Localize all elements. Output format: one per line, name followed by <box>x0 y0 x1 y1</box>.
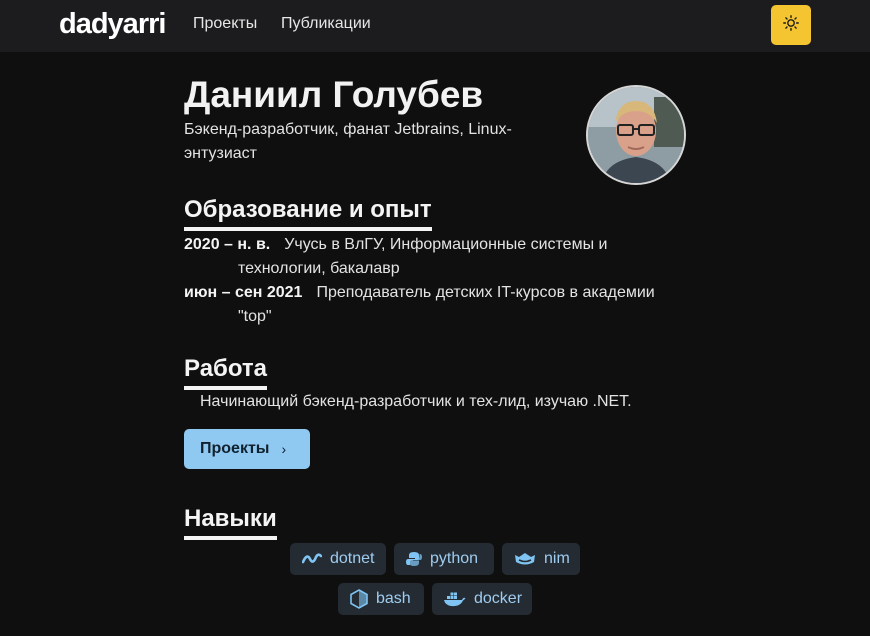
education-desc-line1: Учусь в ВлГУ, Информационные системы и <box>284 236 608 253</box>
profile-subtitle: Бэкенд-разработчик, фанат Jetbrains, Lin… <box>184 121 512 162</box>
brand-logo[interactable]: dadyarri <box>59 8 166 41</box>
python-icon <box>406 551 422 567</box>
bash-icon <box>350 589 368 609</box>
nim-icon <box>514 552 536 566</box>
nav-link-projects[interactable]: Проекты <box>193 15 257 33</box>
education-item: июн – сен 2021 Преподаватель детских IT-к… <box>184 281 674 329</box>
skill-tag-python[interactable]: python <box>394 543 494 575</box>
work-description: Начинающий бэкенд-разработчик и тех-лид,… <box>200 393 632 410</box>
docker-icon <box>444 591 466 607</box>
projects-button[interactable]: Проекты › <box>184 429 310 469</box>
theme-toggle-button[interactable] <box>771 5 811 45</box>
education-date: 2020 – н. в. <box>184 236 271 253</box>
skill-tag-label: python <box>430 550 479 567</box>
education-item: 2020 – н. в. Учусь в ВлГУ, Информационные… <box>184 233 674 281</box>
navbar: dadyarri Проекты Публикации <box>0 0 870 52</box>
skill-tag-nim[interactable]: nim <box>502 543 580 575</box>
education-date: июн – сен 2021 <box>184 284 303 301</box>
work-title: Работа <box>184 355 268 390</box>
skill-tag-docker[interactable]: docker <box>432 583 532 615</box>
projects-button-label: Проекты <box>200 440 270 457</box>
profile-name: Даниил Голубев <box>184 74 484 115</box>
education-desc-line1: Преподаватель детских IT-курсов в академ… <box>316 284 655 301</box>
skill-tag-label: bash <box>376 590 411 607</box>
chevron-right-icon: › <box>281 441 287 457</box>
dotnet-icon <box>302 552 322 566</box>
skills-title: Навыки <box>184 505 277 540</box>
skill-tag-bash[interactable]: bash <box>338 583 424 615</box>
nav-link-publications[interactable]: Публикации <box>281 15 371 33</box>
skill-tag-label: dotnet <box>330 550 375 567</box>
skill-tag-label: nim <box>544 550 570 567</box>
sun-icon <box>783 14 799 36</box>
education-desc-line2: "top" <box>238 308 272 325</box>
education-title: Образование и опыт <box>184 196 432 231</box>
education-desc-line2: технологии, бакалавр <box>238 260 400 277</box>
skill-tag-label: docker <box>474 590 523 607</box>
skill-tag-dotnet[interactable]: dotnet <box>290 543 386 575</box>
avatar <box>586 85 686 185</box>
